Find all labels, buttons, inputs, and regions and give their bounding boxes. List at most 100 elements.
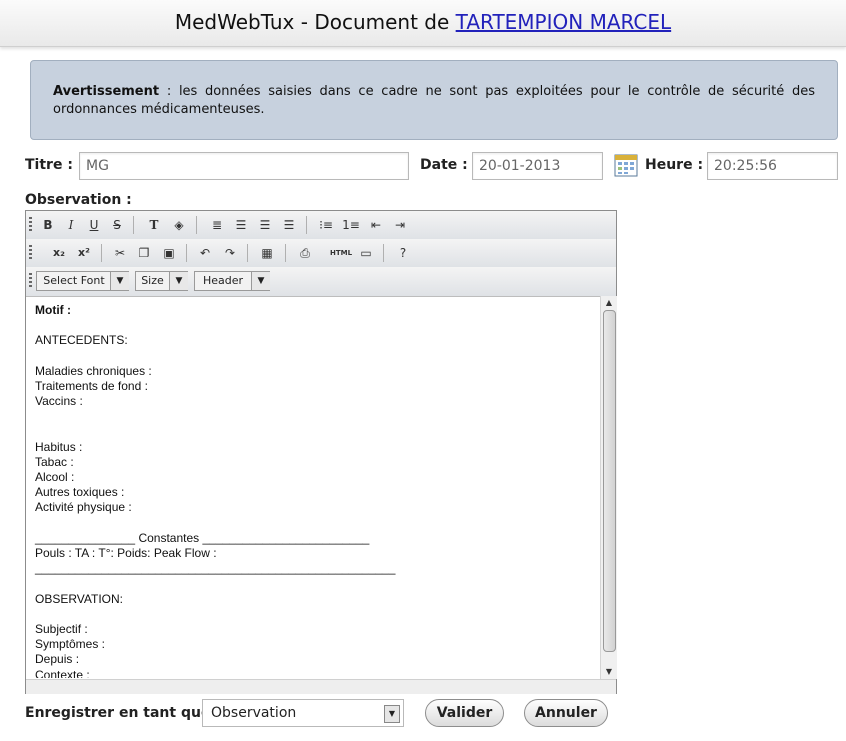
vertical-scrollbar[interactable]: ▲ ▼ xyxy=(600,296,617,679)
editor-line: OBSERVATION: xyxy=(35,591,124,606)
toolbar-separator xyxy=(285,244,286,262)
size-select[interactable]: Size ▼ xyxy=(135,271,188,291)
editor-line: Motif : xyxy=(35,303,71,317)
horizontal-scrollbar[interactable] xyxy=(26,679,616,694)
toolbar-separator xyxy=(383,244,384,262)
toolbar-separator xyxy=(306,216,307,234)
warning-title: Avertissement xyxy=(53,84,160,99)
outdent-icon[interactable]: ⇤ xyxy=(366,215,386,235)
editor-line: Contexte : xyxy=(35,667,90,679)
html-source-icon[interactable]: HTML xyxy=(328,243,354,263)
toolbar-separator xyxy=(101,244,102,262)
chevron-down-icon: ▼ xyxy=(110,272,129,290)
titre-input[interactable]: MG xyxy=(79,152,409,180)
align-center-icon[interactable]: ☰ xyxy=(255,215,275,235)
toolbar-separator xyxy=(186,244,187,262)
editor-line: Tabac : xyxy=(35,454,74,469)
paste-icon[interactable]: ▣ xyxy=(159,243,179,263)
superscript-icon[interactable]: x² xyxy=(74,243,94,263)
editor-line: Maladies chroniques : xyxy=(35,363,152,378)
scroll-down-icon[interactable]: ▼ xyxy=(601,665,617,679)
table-icon[interactable]: ▦ xyxy=(257,243,277,263)
help-icon[interactable]: ? xyxy=(393,243,413,263)
subscript-icon[interactable]: x₂ xyxy=(49,243,69,263)
font-select-label: Select Font xyxy=(43,274,105,287)
editor-line: ________________________________________… xyxy=(35,561,396,576)
print-icon[interactable]: ⎙ xyxy=(295,243,315,263)
text-color-icon[interactable]: T xyxy=(144,215,164,235)
toolbar-separator xyxy=(196,216,197,234)
toolbar-separator xyxy=(133,216,134,234)
save-as-select[interactable]: Observation ▼ xyxy=(202,699,404,727)
editor-line: Alcool : xyxy=(35,470,75,485)
toolbar-separator xyxy=(247,244,248,262)
editor-line: Pouls : TA : T°: Poids: Peak Flow : xyxy=(35,546,217,560)
toolbar-row-3: Select Font ▼ Size ▼ Header ▼ xyxy=(26,267,616,297)
toolbar-grip-icon xyxy=(29,217,32,233)
fullscreen-icon[interactable]: ▭ xyxy=(356,243,376,263)
patient-link[interactable]: TARTEMPION MARCEL xyxy=(456,10,672,34)
titre-label: Titre : xyxy=(25,157,73,173)
header-select-label: Header xyxy=(202,274,244,287)
editor-line: Traitements de fond : xyxy=(35,378,148,393)
editor-line: Autres toxiques : xyxy=(35,485,125,500)
indent-icon[interactable]: ⇥ xyxy=(390,215,410,235)
align-left-icon[interactable]: ☰ xyxy=(231,215,251,235)
editor-line: Vaccins : xyxy=(35,394,83,409)
toolbar-row-2: x₂ x² ✂ ❐ ▣ ↶ ↷ ▦ ⎙ HTML ▭ ? xyxy=(26,239,616,268)
validate-button[interactable]: Valider xyxy=(425,699,504,727)
editor-line: Depuis : xyxy=(35,652,80,667)
copy-icon[interactable]: ❐ xyxy=(134,243,154,263)
align-right-icon[interactable]: ☰ xyxy=(279,215,299,235)
header-select[interactable]: Header ▼ xyxy=(194,271,270,291)
strikethrough-icon[interactable]: S xyxy=(107,215,127,235)
cut-icon[interactable]: ✂ xyxy=(110,243,130,263)
page-title: MedWebTux - Document de xyxy=(174,10,456,34)
bullet-list-icon[interactable]: ⁝≡ xyxy=(316,215,336,235)
date-input[interactable]: 20-01-2013 xyxy=(472,152,603,180)
heure-label: Heure : xyxy=(645,157,704,173)
chevron-down-icon: ▼ xyxy=(169,272,188,290)
heure-input[interactable]: 20:25:56 xyxy=(707,152,838,180)
background-color-icon[interactable]: ◈ xyxy=(169,215,189,235)
scrollbar-thumb[interactable] xyxy=(603,310,616,652)
bold-icon[interactable]: B xyxy=(38,215,58,235)
underline-icon[interactable]: U xyxy=(84,215,104,235)
editor-line: Symptômes : xyxy=(35,637,106,652)
date-label: Date : xyxy=(420,157,468,173)
toolbar-grip-icon xyxy=(29,273,32,289)
justify-full-icon[interactable]: ≣ xyxy=(207,215,227,235)
html-source-label: HTML xyxy=(329,249,353,257)
chevron-down-icon: ▼ xyxy=(384,705,400,723)
save-as-value: Observation xyxy=(211,705,297,721)
redo-icon[interactable]: ↷ xyxy=(220,243,240,263)
page-header: MedWebTux - Document de TARTEMPION MARCE… xyxy=(0,0,846,47)
save-as-label: Enregistrer en tant que : xyxy=(25,705,221,721)
scroll-up-icon[interactable]: ▲ xyxy=(601,296,617,310)
italic-icon[interactable]: I xyxy=(61,215,81,235)
warning-box: Avertissement : les données saisies dans… xyxy=(30,60,838,140)
editor-line: _______________ Constantes _____________… xyxy=(35,530,370,545)
toolbar-row-1: B I U S T ◈ ≣ ☰ ☰ ☰ ⁝≡ 1≡ ⇤ ⇥ xyxy=(26,211,616,240)
observation-label: Observation : xyxy=(25,192,132,208)
toolbar-grip-icon xyxy=(29,245,32,261)
editor-line: Activité physique : xyxy=(35,500,132,515)
editor-line: Habitus : xyxy=(35,439,83,454)
numbered-list-icon[interactable]: 1≡ xyxy=(341,215,361,235)
font-select[interactable]: Select Font ▼ xyxy=(36,271,129,291)
editor-line: ANTECEDENTS: xyxy=(35,333,128,348)
chevron-down-icon: ▼ xyxy=(251,272,270,290)
warning-text: : les données saisies dans ce cadre ne s… xyxy=(53,84,815,117)
calendar-icon[interactable] xyxy=(614,153,638,177)
editor-content[interactable]: Motif : ANTECEDENTS: Maladies chroniques :… xyxy=(26,296,600,678)
undo-icon[interactable]: ↶ xyxy=(195,243,215,263)
cancel-button[interactable]: Annuler xyxy=(524,699,608,727)
size-select-label: Size xyxy=(141,274,164,287)
